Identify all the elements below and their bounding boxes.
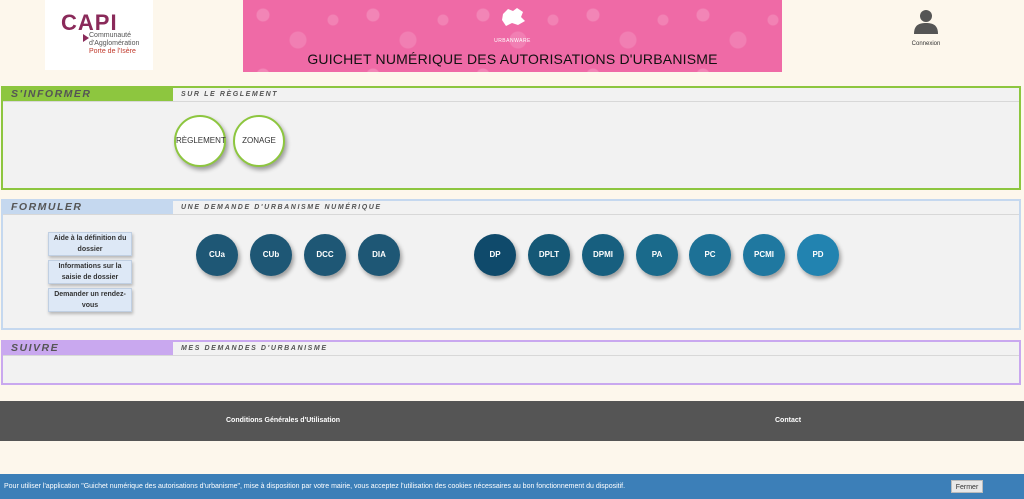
rendez-vous-button[interactable]: Demander un rendez-vous [48, 288, 132, 312]
follow-section-header: SUIVRE MES DEMANDES D'URBANISME [3, 342, 1019, 356]
pa-button[interactable]: PA [636, 234, 678, 276]
dplt-button[interactable]: DPLT [528, 234, 570, 276]
capi-logo[interactable]: CAPI Communauté d'Agglomération Porte de… [45, 0, 153, 70]
form-section: FORMULER UNE DEMANDE D'URBANISME NUMÉRIQ… [1, 199, 1021, 330]
logo-line-3: Porte de l'Isère [89, 48, 136, 55]
cookie-banner: Pour utiliser l'application "Guichet num… [0, 474, 1024, 499]
inform-section-tab: S'INFORMER [3, 88, 173, 101]
follow-section: SUIVRE MES DEMANDES D'URBANISME [1, 340, 1021, 385]
cookie-message: Pour utiliser l'application "Guichet num… [4, 483, 626, 490]
dpmi-button[interactable]: DPMI [582, 234, 624, 276]
cookie-close-button[interactable]: Fermer [951, 480, 983, 493]
cub-button[interactable]: CUb [250, 234, 292, 276]
pc-button[interactable]: PC [689, 234, 731, 276]
logo-subtitle: Communauté d'Agglomération Porte de l'Is… [89, 32, 151, 56]
contact-link[interactable]: Contact [775, 417, 801, 424]
follow-section-subtitle: MES DEMANDES D'URBANISME [181, 345, 328, 352]
user-icon [914, 10, 938, 34]
follow-section-tab: SUIVRE [3, 342, 173, 355]
dia-button[interactable]: DIA [358, 234, 400, 276]
banner-brand-label: URBANWARE [494, 38, 531, 44]
territory-map-icon [502, 8, 525, 26]
logo-line-1: Communauté [89, 32, 132, 39]
login-label: Connexion [911, 41, 941, 47]
form-section-tab: FORMULER [3, 201, 173, 214]
inform-section-header: S'INFORMER SUR LE RÈGLEMENT [3, 88, 1019, 102]
dcc-button[interactable]: DCC [304, 234, 346, 276]
logo-line-2: d'Agglomération [89, 40, 140, 47]
info-saisie-button[interactable]: Informations sur la saisie de dossier [48, 260, 132, 284]
form-section-header: FORMULER UNE DEMANDE D'URBANISME NUMÉRIQ… [3, 201, 1019, 215]
cgu-link[interactable]: Conditions Générales d'Utilisation [226, 417, 340, 424]
login-button[interactable]: Connexion [900, 8, 952, 47]
inform-section: S'INFORMER SUR LE RÈGLEMENT RÈGLEMENT ZO… [1, 86, 1021, 190]
zonage-button[interactable]: ZONAGE [233, 115, 285, 167]
form-section-subtitle: UNE DEMANDE D'URBANISME NUMÉRIQUE [181, 204, 382, 211]
reglement-button[interactable]: RÈGLEMENT [174, 115, 226, 167]
help-dossier-button[interactable]: Aide à la définition du dossier [48, 232, 132, 256]
header-banner: URBANWARE GUICHET NUMÉRIQUE DES AUTORISA… [243, 0, 782, 72]
footer: Conditions Générales d'Utilisation Conta… [0, 401, 1024, 441]
dp-button[interactable]: DP [474, 234, 516, 276]
pcmi-button[interactable]: PCMI [743, 234, 785, 276]
pd-button[interactable]: PD [797, 234, 839, 276]
inform-section-subtitle: SUR LE RÈGLEMENT [181, 91, 279, 98]
page-title: GUICHET NUMÉRIQUE DES AUTORISATIONS D'UR… [307, 51, 718, 67]
cua-button[interactable]: CUa [196, 234, 238, 276]
